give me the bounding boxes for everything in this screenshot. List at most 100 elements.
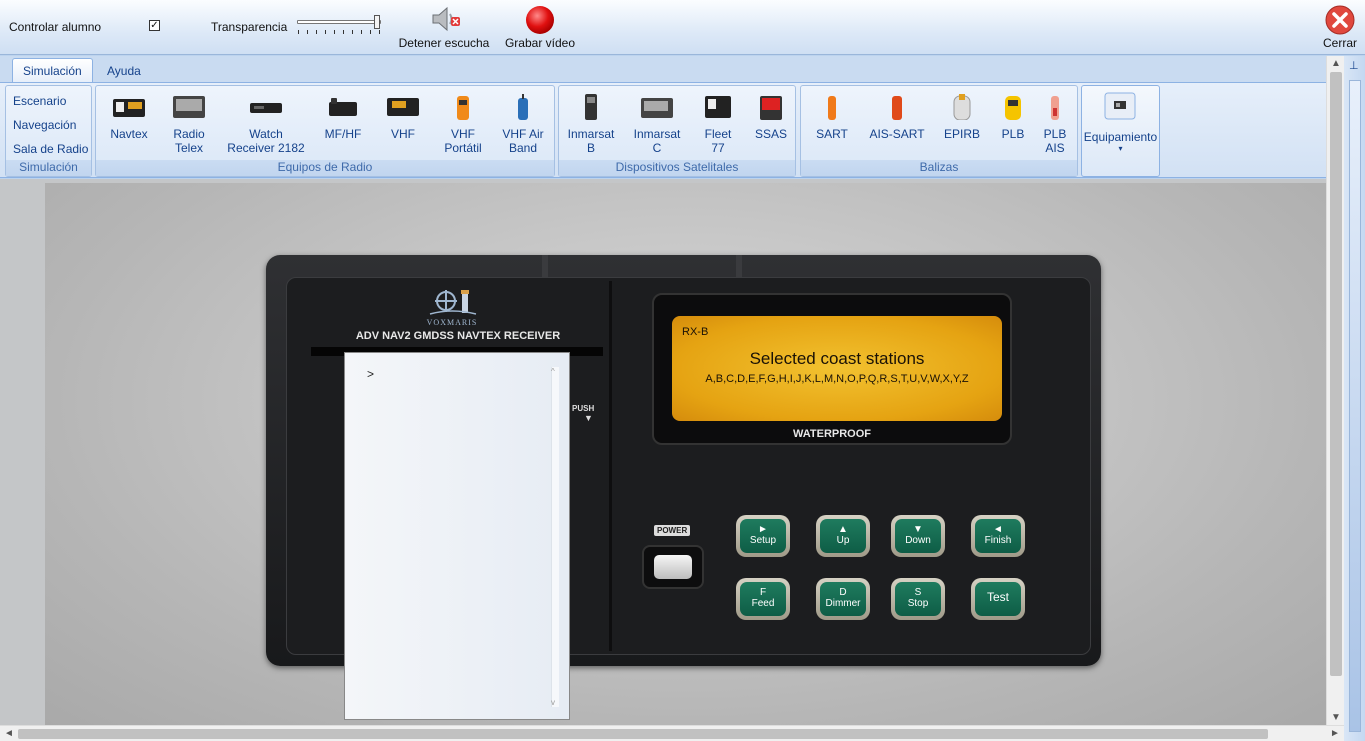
plb-ais-icon [1051, 96, 1059, 120]
up-key[interactable]: ▲ Up [816, 515, 870, 557]
epirb-icon [953, 94, 971, 120]
plb-icon [1005, 96, 1021, 120]
inmarsat-c-icon [641, 98, 673, 118]
transparency-label: Transparencia [211, 20, 288, 34]
scroll-left-icon[interactable]: ◄ [4, 728, 14, 739]
model-name: ADV NAV2 GMDSS NAVTEX RECEIVER [355, 330, 561, 342]
record-video-button[interactable]: Grabar vídeo [504, 5, 576, 50]
vhf-icon [387, 98, 419, 116]
radio-group-caption: Equipos de Radio [96, 160, 554, 176]
power-button-bezel [642, 545, 704, 589]
equipment-dropdown-button[interactable]: Equipamiento ▾ [1081, 85, 1160, 177]
down-key[interactable]: ▼ Down [891, 515, 945, 557]
speaker-muted-icon [432, 6, 460, 32]
power-button[interactable] [654, 555, 692, 579]
fleet-77-icon [705, 96, 731, 118]
ais-sart-icon [892, 96, 902, 120]
side-panel: ⊥ [1344, 56, 1365, 741]
setup-key[interactable]: ► Setup [736, 515, 790, 557]
beacons-group-caption: Balizas [801, 160, 1077, 176]
top-toolbar: Controlar alumno ✓ Transparencia Detener… [0, 0, 1365, 76]
ribbon-tabs: Simulación Ayuda [0, 56, 1326, 82]
horizontal-scrollbar[interactable]: ◄ ► [0, 725, 1344, 741]
watch-receiver-icon [250, 103, 282, 113]
sart-icon [828, 96, 836, 120]
side-panel-strip[interactable] [1349, 80, 1361, 732]
record-icon [526, 6, 554, 34]
simulation-canvas: VOXMARIS ADV NAV2 GMDSS NAVTEX RECEIVER … [0, 179, 1326, 725]
mf-hf-icon [329, 98, 357, 116]
lcd-line-3: A,B,C,D,E,F,G,H,I,J,K,L,M,N,O,P,Q,R,S,T,… [705, 373, 969, 385]
paper-scrollbar[interactable]: ^ v [551, 367, 559, 707]
navigation-link[interactable]: Navegación [13, 118, 76, 132]
ribbon: Escenario Navegación Sala de Radio Simul… [0, 82, 1326, 178]
stop-listen-label: Detener escucha [398, 36, 490, 50]
lcd-screen: RX-B Selected coast stations A,B,C,D,E,F… [672, 316, 1002, 421]
push-arrow-icon: ▼ [584, 413, 593, 423]
scroll-down-icon[interactable]: ▼ [1331, 712, 1341, 723]
voxmaris-logo [429, 290, 477, 315]
navtex-button[interactable]: Navtex [104, 94, 154, 141]
ais-sart-button[interactable]: AIS-SART [863, 94, 931, 141]
inmarsat-b-button[interactable]: Inmarsat B [563, 94, 619, 155]
equipment-label: Equipamiento [1083, 130, 1158, 144]
radio-equipment-group: Navtex Radio Telex Watch Receiver 2182 MF/… [95, 85, 555, 177]
vhf-portable-icon [457, 96, 469, 120]
sart-button[interactable]: SART [807, 94, 857, 141]
vertical-scrollbar-thumb[interactable] [1330, 72, 1342, 676]
simulation-group-caption: Simulación [6, 160, 91, 176]
simulation-group: Escenario Navegación Sala de Radio Simul… [5, 85, 92, 177]
dimmer-key[interactable]: D Dimmer [816, 578, 870, 620]
satellite-devices-group: Inmarsat B Inmarsat C Fleet 77 SSAS Disposi… [558, 85, 796, 177]
vertical-scrollbar[interactable]: ▲ ▼ [1326, 56, 1344, 725]
watch-receiver-button[interactable]: Watch Receiver 2182 [221, 94, 311, 155]
plb-button[interactable]: PLB [993, 94, 1033, 141]
finish-key[interactable]: ◄ Finish [971, 515, 1025, 557]
satellite-group-caption: Dispositivos Satelitales [559, 160, 795, 176]
radio-telex-button[interactable]: Radio Telex [164, 94, 214, 155]
ssas-button[interactable]: SSAS [747, 94, 795, 141]
vhf-portable-button[interactable]: VHF Portátil [438, 94, 488, 155]
chevron-down-icon: ▾ [1118, 144, 1123, 153]
vhf-button[interactable]: VHF [378, 94, 428, 141]
epirb-button[interactable]: EPIRB [937, 94, 987, 141]
inmarsat-b-icon [585, 94, 597, 120]
ssas-icon [760, 96, 782, 120]
pin-icon[interactable]: ⊥ [1349, 59, 1359, 72]
close-label: Cerrar [1322, 36, 1357, 50]
transparency-slider[interactable] [297, 15, 383, 37]
test-key[interactable]: Test [971, 578, 1025, 620]
radio-room-link[interactable]: Sala de Radio [13, 142, 88, 156]
navtex-icon [113, 99, 145, 117]
inmarsat-c-button[interactable]: Inmarsat C [629, 94, 685, 155]
tab-simulacion[interactable]: Simulación [12, 58, 93, 82]
close-button[interactable]: Cerrar [1320, 5, 1360, 50]
lcd-line-2: Selected coast stations [749, 349, 925, 368]
scroll-right-icon[interactable]: ► [1330, 728, 1340, 739]
lcd-line-1: RX-B [682, 326, 709, 338]
equipment-icon [1104, 92, 1136, 120]
waterproof-label: WATERPROOF [792, 428, 871, 440]
vhf-air-band-button[interactable]: VHF Air Band [496, 94, 550, 155]
radio-telex-icon [173, 96, 205, 118]
horizontal-scrollbar-thumb[interactable] [18, 729, 1268, 739]
scroll-up-icon[interactable]: ▲ [1331, 58, 1341, 69]
push-label: PUSH [572, 404, 595, 413]
printer-paper[interactable]: > ^ v [344, 352, 570, 720]
beacons-group: SART AIS-SART EPIRB PLB PLB AIS Balizas [800, 85, 1078, 177]
record-video-label: Grabar vídeo [504, 36, 576, 50]
fleet-77-button[interactable]: Fleet 77 [693, 94, 743, 155]
navtex-receiver: VOXMARIS ADV NAV2 GMDSS NAVTEX RECEIVER … [266, 255, 1101, 720]
close-icon [1325, 5, 1355, 35]
stop-key[interactable]: S Stop [891, 578, 945, 620]
student-control-checkbox[interactable]: ✓ [149, 20, 160, 31]
transparency-slider-thumb[interactable] [374, 15, 380, 29]
paper-text: > [367, 367, 375, 381]
power-label: POWER [654, 525, 691, 536]
mf-hf-button[interactable]: MF/HF [318, 94, 368, 141]
plb-ais-button[interactable]: PLB AIS [1035, 94, 1075, 155]
tab-ayuda[interactable]: Ayuda [96, 58, 152, 82]
stop-listen-button[interactable]: Detener escucha [396, 5, 492, 50]
feed-key[interactable]: F Feed [736, 578, 790, 620]
scenario-link[interactable]: Escenario [13, 94, 66, 108]
